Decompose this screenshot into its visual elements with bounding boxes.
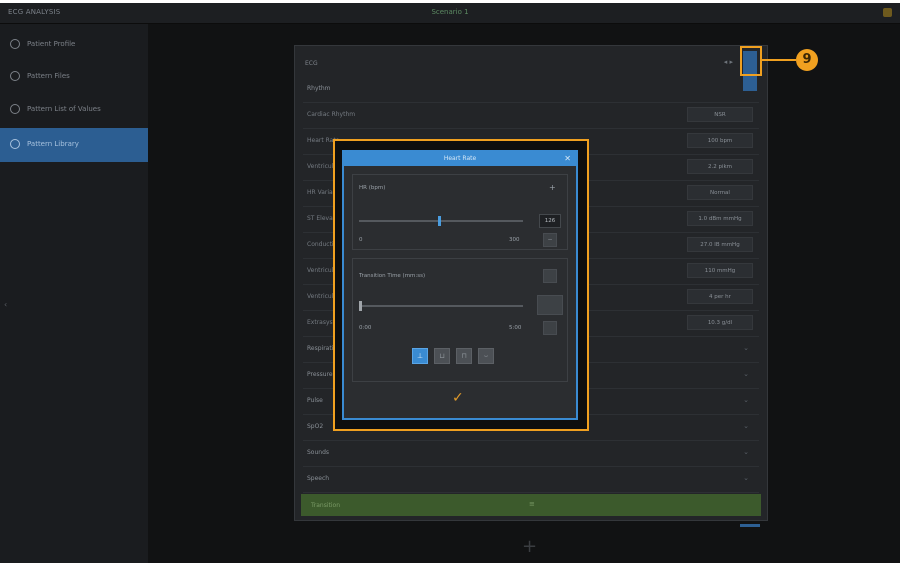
sidebar: Patient Profile Pattern Files Pattern Li… — [0, 24, 148, 563]
panel-nav-icons[interactable]: ◂ ▸ — [724, 58, 733, 66]
sidebar-item-label: Patient Profile — [27, 40, 76, 48]
group-label: SpO2 — [307, 423, 324, 430]
scenario-title: Scenario 1 — [431, 8, 469, 16]
chevron-down-icon: ⌄ — [743, 422, 749, 430]
dialog-title: Heart Rate — [344, 152, 576, 166]
hr-slider-track[interactable] — [359, 220, 523, 222]
sidebar-item-pattern-library[interactable]: Pattern Library — [0, 128, 148, 162]
panel-title: ECG — [305, 60, 318, 67]
group-row-speech[interactable]: Speech ⌄ — [303, 466, 759, 493]
sidebar-item-label: Pattern Files — [27, 72, 70, 80]
top-bar: ECG ANALYSIS Scenario 1 — [0, 3, 900, 24]
sidebar-item-label: Pattern List of Values — [27, 105, 101, 113]
chevron-down-icon: ⌄ — [743, 396, 749, 404]
param-label: Cardiac Rhythm — [307, 111, 356, 118]
hr-add-button[interactable]: + — [549, 183, 556, 192]
param-value[interactable]: 110 mmHg — [687, 263, 753, 278]
sidebar-item-pattern-list[interactable]: Pattern List of Values — [0, 95, 148, 125]
callout-line — [762, 59, 796, 61]
transition-slider-track[interactable] — [359, 305, 523, 307]
param-value[interactable]: 27.0 lB mmHg — [687, 237, 753, 252]
sidebar-item-label: Pattern Library — [27, 140, 79, 148]
transition-slider-knob[interactable] — [359, 301, 362, 311]
param-value[interactable]: NSR — [687, 107, 753, 122]
transition-label: Transition — [311, 502, 341, 509]
list-icon — [10, 104, 20, 114]
hr-min-label: 0 — [359, 237, 363, 243]
hr-section: HR (bpm) + 126 0 300 − — [352, 174, 568, 250]
param-row: Cardiac Rhythm NSR — [303, 102, 759, 129]
transition-secondary-button[interactable] — [543, 321, 557, 335]
param-value[interactable]: 10.3 g/dl — [687, 315, 753, 330]
param-value[interactable]: 100 bpm — [687, 133, 753, 148]
transition-bar[interactable]: Transition ≡ — [301, 494, 761, 516]
group-row-sounds[interactable]: Sounds ⌄ — [303, 440, 759, 467]
close-icon[interactable]: ✕ — [564, 152, 571, 166]
param-value[interactable]: 4 per hr — [687, 289, 753, 304]
chevron-down-icon: ⌄ — [743, 370, 749, 378]
panel-header: ECG ◂ ▸ — [295, 46, 767, 76]
mode-button-pulse[interactable]: ⊓ — [456, 348, 472, 364]
param-value[interactable]: 1.0 dBm mmHg — [687, 211, 753, 226]
drag-handle-icon[interactable]: ≡ — [529, 500, 535, 508]
add-icon[interactable]: + — [522, 538, 537, 556]
param-value[interactable]: Normal — [687, 185, 753, 200]
mode-button-ramp[interactable]: ⊔ — [434, 348, 450, 364]
group-label: Speech — [307, 475, 330, 482]
sidebar-item-patient-profile[interactable]: Patient Profile — [0, 30, 148, 60]
chevron-down-icon: ⌄ — [743, 448, 749, 456]
transition-option-button[interactable] — [543, 269, 557, 283]
group-label: Pulse — [307, 397, 323, 404]
hr-value-box[interactable]: 126 — [539, 214, 561, 228]
group-label: Pressure — [307, 371, 333, 378]
heart-rate-dialog: Heart Rate ✕ HR (bpm) + 126 0 300 − Tran… — [342, 150, 578, 420]
library-icon — [10, 139, 20, 149]
section-title: Rhythm — [307, 85, 331, 92]
transition-min-label: 0:00 — [359, 325, 372, 331]
section-header[interactable]: Rhythm — [303, 76, 759, 103]
person-icon — [10, 39, 20, 49]
callout-highlight — [740, 46, 762, 76]
transition-value-box[interactable] — [537, 295, 563, 315]
transition-max-label: 5:00 — [509, 325, 522, 331]
hr-remove-button[interactable]: − — [543, 233, 557, 247]
hr-label: HR (bpm) — [359, 185, 386, 191]
confirm-check-icon[interactable]: ✓ — [452, 390, 464, 406]
chevron-down-icon: ⌄ — [743, 474, 749, 482]
mode-button-step[interactable]: ⊥ — [412, 348, 428, 364]
param-value[interactable]: 2.2 pikm — [687, 159, 753, 174]
callout-number-badge: 9 — [796, 49, 818, 71]
collapse-icon[interactable]: ‹ — [4, 300, 7, 309]
transition-label: Transition Time (mm:ss) — [359, 273, 426, 279]
sidebar-item-pattern-files[interactable]: Pattern Files — [0, 62, 148, 92]
status-icon[interactable] — [883, 8, 892, 17]
mode-button-curve[interactable]: ⌣ — [478, 348, 494, 364]
hr-slider-knob[interactable] — [437, 216, 441, 226]
file-icon — [10, 71, 20, 81]
chevron-down-icon: ⌄ — [743, 344, 749, 352]
group-label: Sounds — [307, 449, 330, 456]
page-indicator — [740, 524, 760, 527]
hr-max-label: 300 — [509, 237, 520, 243]
